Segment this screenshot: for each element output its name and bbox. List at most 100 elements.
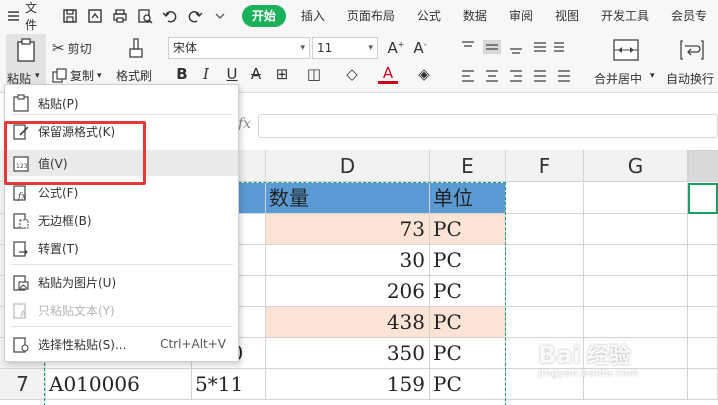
tab-8[interactable]: 会员专 [660, 5, 718, 27]
wrap-text-button[interactable]: 自动换行 [666, 37, 718, 89]
table-cell[interactable] [688, 214, 718, 245]
table-cell[interactable] [688, 245, 718, 276]
borders-icon[interactable]: ⊞ [272, 65, 292, 83]
increase-font-icon[interactable]: A+ [386, 39, 406, 57]
paste-dropdown-caret: ▾ [35, 71, 40, 81]
print-preview-icon[interactable] [137, 8, 153, 24]
decrease-font-icon[interactable]: A- [410, 39, 430, 57]
tab-0[interactable]: 开始 [241, 4, 286, 27]
table-cell[interactable]: PC [430, 245, 506, 276]
format-painter-button[interactable]: 格式刷 [116, 35, 158, 89]
table-cell[interactable] [506, 183, 584, 214]
save-icon[interactable] [62, 8, 78, 24]
file-menu-label: 文件 [25, 0, 38, 32]
table-cell[interactable]: 438 [266, 307, 430, 338]
paste-icon [17, 38, 35, 62]
column-header[interactable]: F [506, 150, 584, 182]
tab-6[interactable]: 视图 [544, 5, 590, 27]
table-cell[interactable] [506, 276, 584, 307]
paste-button[interactable]: 粘贴 ▾ [6, 34, 46, 90]
table-cell[interactable] [688, 338, 718, 369]
menu-item-paste-formula[interactable]: fx 公式(F) [5, 179, 238, 205]
tab-1[interactable]: 插入 [290, 5, 336, 27]
column-header[interactable] [688, 150, 718, 182]
table-cell[interactable]: PC [430, 214, 506, 245]
table-cell[interactable] [584, 245, 688, 276]
cut-label: 剪切 [67, 41, 92, 56]
fill-color-icon[interactable]: ◇ [342, 65, 362, 83]
table-cell[interactable]: 5*11 [192, 369, 266, 400]
menu-item-shortcut: Ctrl+Alt+V [160, 337, 226, 351]
table-cell[interactable]: 350 [266, 338, 430, 369]
table-cell[interactable]: 数量 [266, 183, 430, 214]
clear-format-icon[interactable]: ◈ [414, 65, 434, 83]
strikethrough-icon[interactable]: A [246, 65, 266, 83]
font-name-select[interactable]: 宋体 ▾ [168, 37, 310, 59]
table-cell[interactable] [506, 214, 584, 245]
table-cell[interactable] [584, 214, 688, 245]
cell-style-icon[interactable]: ◫ [304, 65, 324, 83]
wrap-text-icon [680, 40, 704, 60]
table-cell[interactable] [584, 276, 688, 307]
cut-button[interactable]: ✂ 剪切 [52, 39, 92, 57]
tab-2[interactable]: 页面布局 [336, 5, 406, 27]
export-pdf-icon[interactable] [87, 8, 103, 24]
table-cell[interactable]: 30 [266, 245, 430, 276]
menu-item-label: 只粘贴文本(Y) [38, 303, 115, 318]
table-cell[interactable] [584, 307, 688, 338]
vertical-align-icons[interactable] [460, 39, 564, 55]
menu-item-keep-source-format[interactable]: 保留源格式(K) [5, 118, 238, 144]
merge-center-button[interactable]: 合并居中 ▾ [594, 37, 660, 89]
svg-text:123: 123 [16, 163, 28, 170]
copy-button[interactable]: 复制 ▾ [52, 67, 102, 84]
font-color-icon[interactable]: A [378, 65, 398, 84]
formula-bar: fx [238, 108, 718, 142]
undo-icon[interactable] [162, 8, 178, 24]
table-cell[interactable]: PC [430, 369, 506, 400]
column-header[interactable]: D [266, 150, 430, 182]
table-cell[interactable] [506, 245, 584, 276]
table-cell[interactable]: PC [430, 338, 506, 369]
paste-as-picture-icon [12, 273, 30, 291]
menu-item-paste-special[interactable]: 选择性粘贴(S)... Ctrl+Alt+V [5, 331, 238, 357]
table-cell[interactable] [584, 183, 688, 214]
customize-icon[interactable] [212, 8, 228, 24]
table-cell[interactable] [688, 369, 718, 400]
tab-4[interactable]: 数据 [452, 5, 498, 27]
horizontal-align-icons[interactable] [460, 68, 582, 84]
tab-5[interactable]: 审阅 [498, 5, 544, 27]
italic-icon[interactable]: I [196, 65, 216, 83]
table-cell[interactable]: 159 [266, 369, 430, 400]
tab-7[interactable]: 开发工具 [590, 5, 660, 27]
table-cell[interactable]: PC [430, 307, 506, 338]
keep-source-format-icon [12, 122, 30, 140]
table-cell[interactable] [506, 307, 584, 338]
menu-item-paste-as-picture[interactable]: 粘贴为图片(U) [5, 269, 238, 295]
file-menu[interactable]: 文件 [0, 0, 44, 33]
table-cell[interactable] [688, 307, 718, 338]
table-cell[interactable]: 73 [266, 214, 430, 245]
menu-item-no-borders[interactable]: 无边框(B) [5, 207, 238, 233]
font-size-select[interactable]: 11 ▾ [312, 37, 378, 59]
paste-icon [12, 94, 30, 112]
menu-item-paste-values[interactable]: 123 值(V) [5, 150, 238, 176]
fx-label[interactable]: fx [238, 116, 251, 132]
font-size-value: 11 [317, 41, 333, 55]
column-header[interactable]: G [584, 150, 688, 182]
redo-icon[interactable] [187, 8, 203, 24]
table-cell[interactable]: PC [430, 276, 506, 307]
row-header[interactable]: 7 [0, 369, 46, 400]
table-cell[interactable]: 206 [266, 276, 430, 307]
table-cell[interactable]: 单位 [430, 183, 506, 214]
underline-icon[interactable]: U [222, 65, 242, 83]
table-cell[interactable] [688, 276, 718, 307]
print-icon[interactable] [112, 8, 128, 24]
formula-input[interactable] [258, 114, 718, 138]
menu-item-label: 粘贴(P) [38, 96, 79, 111]
menu-item-paste[interactable]: 粘贴(P) [5, 90, 238, 116]
tab-3[interactable]: 公式 [406, 5, 452, 27]
column-header[interactable]: E [430, 150, 506, 182]
menu-item-transpose[interactable]: 转置(T) [5, 235, 238, 261]
table-cell[interactable]: A010006 [46, 369, 192, 400]
bold-icon[interactable]: B [172, 65, 192, 83]
